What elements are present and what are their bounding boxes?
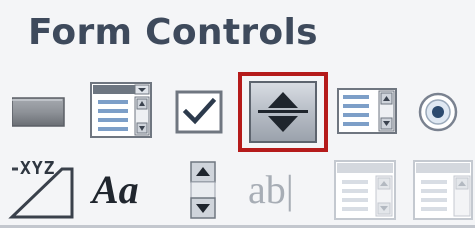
- combo-box-control[interactable]: [90, 82, 152, 138]
- combo-drop-down-edit-control[interactable]: [413, 160, 473, 220]
- button-icon: [11, 97, 65, 127]
- selection-highlight: [238, 72, 328, 152]
- check-box-control[interactable]: [175, 90, 223, 134]
- button-control[interactable]: [11, 94, 66, 128]
- group-box-control[interactable]: XYZ: [8, 157, 76, 221]
- scroll-bar-icon: [190, 161, 216, 219]
- checkbox-icon: [175, 90, 223, 134]
- combo-list-edit-control[interactable]: [334, 160, 396, 220]
- label-control[interactable]: Aa: [92, 162, 158, 218]
- scroll-bar-control[interactable]: [186, 158, 220, 222]
- label-icon: Aa: [92, 167, 139, 212]
- combo-box-icon: [90, 82, 152, 138]
- list-box-icon: [337, 88, 397, 134]
- text-field-control[interactable]: ab|: [248, 162, 324, 218]
- panel-title: Form Controls: [28, 12, 318, 53]
- group-box-label: XYZ: [20, 158, 56, 179]
- panel-divider: [0, 225, 475, 228]
- option-button-control[interactable]: [416, 90, 466, 134]
- option-button-icon: [418, 92, 458, 132]
- form-controls-panel: Form Controls XYZ Aa ab|: [0, 0, 475, 225]
- combo-drop-down-edit-icon: [413, 160, 473, 220]
- combo-list-edit-icon: [334, 160, 396, 220]
- text-field-icon: ab|: [248, 167, 294, 212]
- list-box-control[interactable]: [337, 88, 397, 134]
